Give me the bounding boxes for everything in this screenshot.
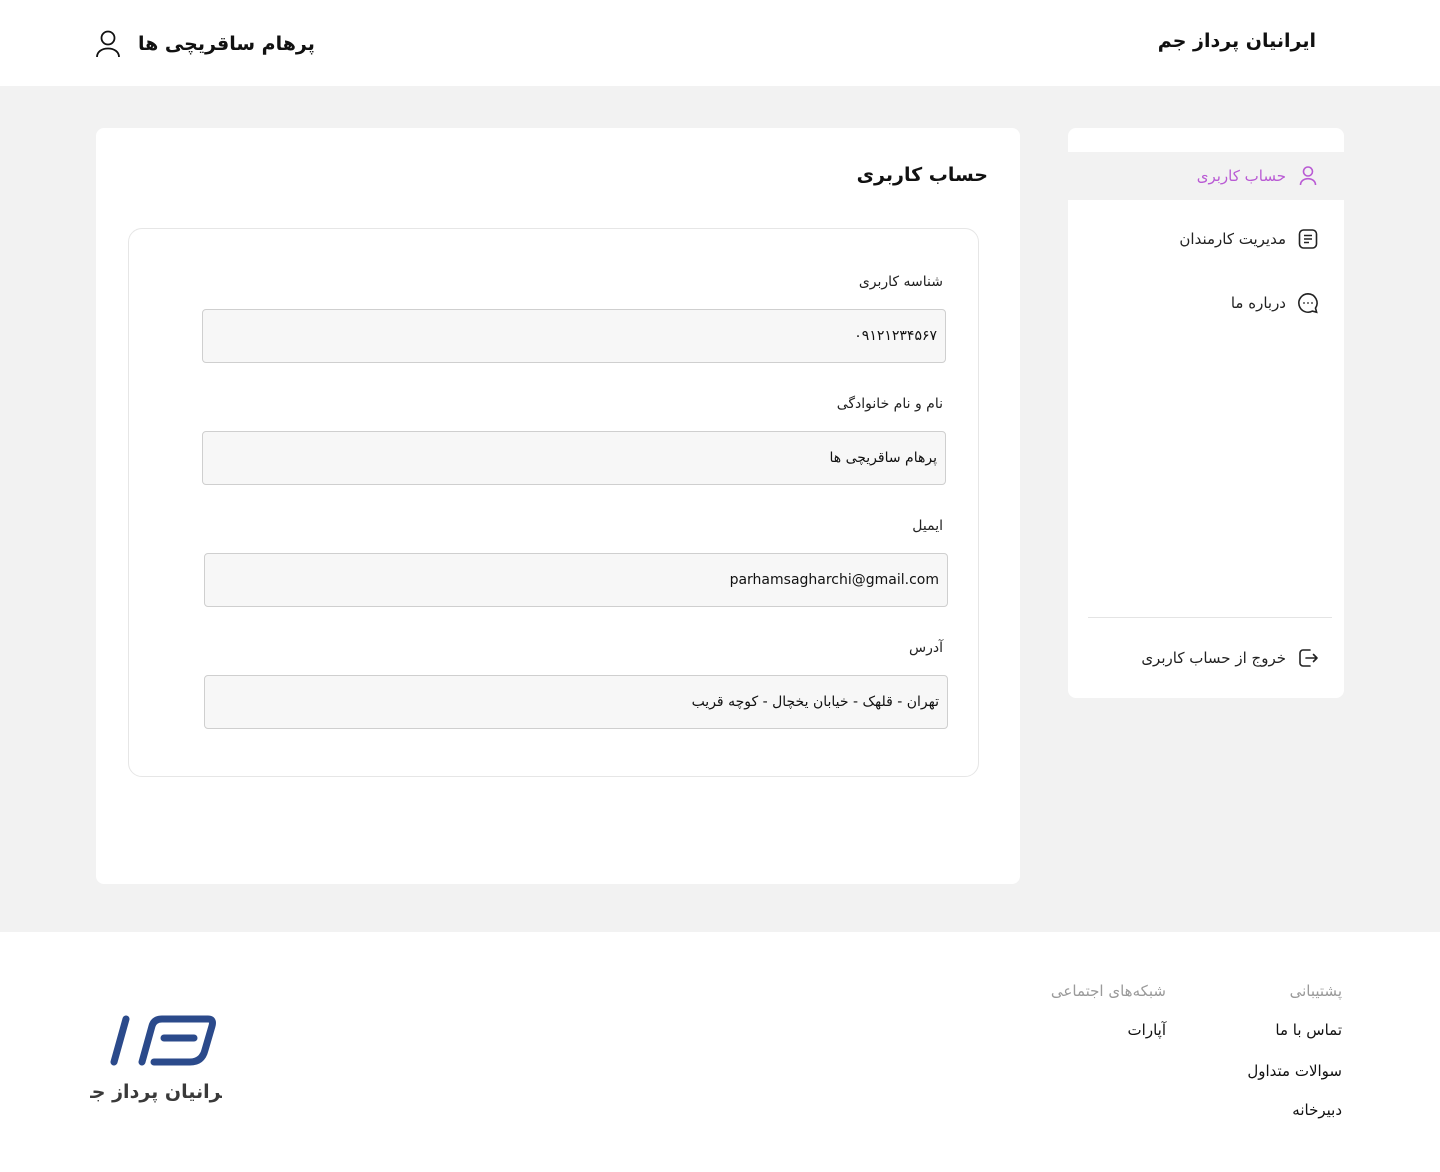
- footer-link-faq[interactable]: سوالات متداول: [1247, 1062, 1342, 1080]
- page-title: حساب کاربری: [856, 164, 988, 186]
- logout-icon: [1299, 649, 1318, 667]
- sidebar-divider: [1088, 617, 1332, 618]
- document-list-icon: [1298, 229, 1318, 249]
- sidebar-item-label: مدیریت کارمندان: [1179, 230, 1286, 248]
- top-header: ایرانیان پرداز جم پرهام ساقریچی ها: [0, 0, 1440, 86]
- sidebar-item-employees[interactable]: مدیریت کارمندان: [1068, 215, 1344, 263]
- main-area: حساب کاربری مدیریت کارمندان درباره ما خر…: [0, 86, 1440, 932]
- sidebar-item-label: درباره ما: [1230, 294, 1286, 312]
- user-name: پرهام ساقریچی ها: [138, 33, 315, 55]
- footer-link-contact[interactable]: تماس با ما: [1275, 1021, 1342, 1039]
- company-logo: ایرانیان پرداز جم: [90, 1015, 222, 1103]
- sidebar-item-label: حساب کاربری: [1196, 167, 1286, 185]
- brand-title[interactable]: ایرانیان پرداز جم: [1158, 30, 1316, 52]
- email-field[interactable]: [204, 553, 948, 607]
- user-icon: [1299, 166, 1317, 186]
- logout-button[interactable]: خروج از حساب کاربری: [1068, 634, 1344, 682]
- account-form: شناسه کاربری نام و نام خانوادگی ایمیل آد…: [128, 228, 979, 777]
- footer-link-aparat[interactable]: آپارات: [1128, 1021, 1166, 1039]
- chat-bubble-icon: [1298, 292, 1318, 314]
- footer-social-title: شبکه‌های اجتماعی: [1050, 982, 1166, 1000]
- email-label: ایمیل: [912, 518, 943, 534]
- logout-label: خروج از حساب کاربری: [1141, 649, 1286, 667]
- user-icon: [96, 30, 120, 58]
- sidebar-item-about[interactable]: درباره ما: [1068, 279, 1344, 327]
- address-field[interactable]: [204, 675, 948, 729]
- address-label: آدرس: [909, 640, 943, 656]
- user-menu[interactable]: پرهام ساقریچی ها: [94, 26, 315, 62]
- svg-text:ایرانیان پرداز جم: ایرانیان پرداز جم: [90, 1081, 222, 1103]
- account-card: حساب کاربری شناسه کاربری نام و نام خانوا…: [96, 128, 1020, 884]
- footer-support-title: پشتیبانی: [1289, 982, 1342, 1000]
- footer-link-secretariat[interactable]: دبیرخانه: [1292, 1101, 1342, 1119]
- full-name-field[interactable]: [202, 431, 946, 485]
- full-name-label: نام و نام خانوادگی: [836, 396, 943, 412]
- footer: پشتیبانی تماس با ما سوالات متداول دبیرخا…: [0, 932, 1440, 1172]
- sidebar-item-account[interactable]: حساب کاربری: [1068, 152, 1344, 200]
- user-id-field[interactable]: [202, 309, 946, 363]
- sidebar: حساب کاربری مدیریت کارمندان درباره ما خر…: [1068, 128, 1344, 698]
- user-id-label: شناسه کاربری: [858, 274, 943, 290]
